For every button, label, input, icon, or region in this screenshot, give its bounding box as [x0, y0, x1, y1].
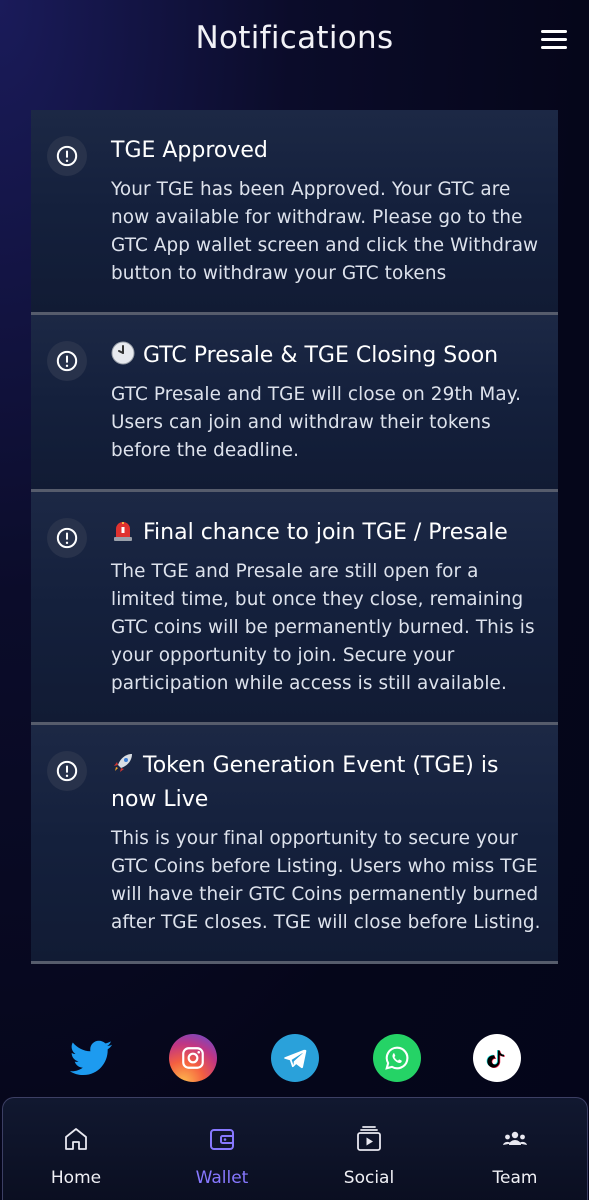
rocket-emoji-icon — [114, 754, 132, 772]
info-icon — [47, 518, 87, 558]
notification-card[interactable]: TGE Approved Your TGE has been Approved.… — [31, 110, 558, 315]
tiktok-icon[interactable] — [473, 1034, 521, 1082]
nav-label: Social — [343, 1168, 395, 1188]
info-icon — [47, 751, 87, 791]
info-icon — [47, 136, 87, 176]
home-icon — [65, 1128, 87, 1150]
notification-card[interactable]: GTC Presale & TGE Closing Soon GTC Presa… — [31, 315, 558, 492]
wallet-icon — [210, 1129, 234, 1150]
notification-title: Final chance to join TGE / Presale — [111, 516, 542, 550]
nav-label: Home — [50, 1168, 102, 1188]
nav-wallet[interactable]: Wallet — [162, 1098, 282, 1200]
notification-body: The TGE and Presale are still open for a… — [111, 561, 535, 694]
notification-body: This is your final opportunity to secure… — [111, 828, 541, 933]
info-icon — [47, 341, 87, 381]
header: Notifications — [0, 0, 589, 84]
notification-card[interactable]: Final chance to join TGE / Presale The T… — [31, 492, 558, 725]
bottom-nav: Home Wallet Social Team — [2, 1097, 588, 1200]
whatsapp-icon[interactable] — [373, 1034, 421, 1082]
notification-card[interactable]: Token Generation Event (TGE) is now Live… — [31, 725, 558, 964]
nav-social[interactable]: Social — [309, 1098, 429, 1200]
social-links — [0, 1032, 589, 1084]
video-feed-icon — [357, 1126, 381, 1151]
notification-title: GTC Presale & TGE Closing Soon — [111, 339, 542, 373]
notifications-list[interactable]: TGE Approved Your TGE has been Approved.… — [31, 110, 558, 1018]
notification-body: Your TGE has been Approved. Your GTC are… — [111, 179, 539, 284]
team-icon — [503, 1131, 527, 1145]
clock-emoji-icon — [111, 341, 135, 365]
nav-home[interactable]: Home — [16, 1098, 136, 1200]
notification-title: TGE Approved — [111, 138, 268, 163]
hamburger-menu-icon[interactable] — [541, 30, 567, 50]
instagram-icon[interactable] — [169, 1034, 217, 1082]
nav-team[interactable]: Team — [455, 1098, 575, 1200]
siren-emoji-icon — [114, 522, 132, 541]
nav-label: Wallet — [195, 1168, 249, 1188]
twitter-icon[interactable] — [67, 1034, 115, 1082]
nav-label: Team — [492, 1168, 538, 1188]
notification-body: GTC Presale and TGE will close on 29th M… — [111, 384, 522, 461]
page-title: Notifications — [195, 20, 394, 56]
telegram-icon[interactable] — [271, 1034, 319, 1082]
notification-title: Token Generation Event (TGE) is now Live — [111, 753, 499, 812]
